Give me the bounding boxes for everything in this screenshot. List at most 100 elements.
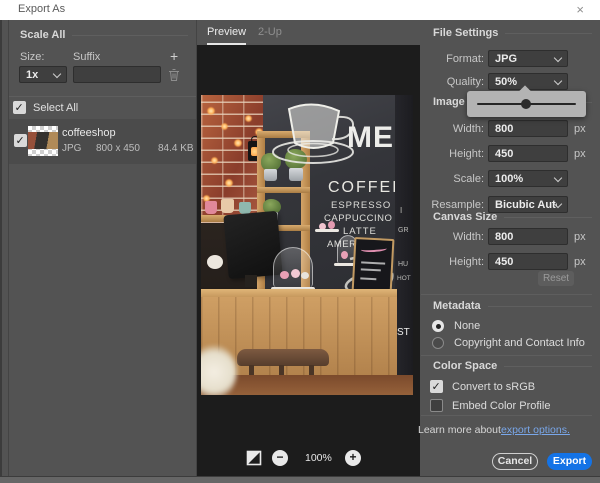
export-options-link[interactable]: export options. <box>501 424 570 436</box>
metadata-none-radio[interactable] <box>432 320 444 332</box>
scale-value: 100% <box>495 173 523 185</box>
canvas-width-input[interactable]: 800 <box>488 228 568 245</box>
image-width-unit: px <box>574 123 586 135</box>
tab-preview[interactable]: Preview <box>207 26 246 45</box>
embed-profile-checkbox[interactable] <box>430 399 443 412</box>
svg-text:I: I <box>400 206 402 215</box>
file-thumbnail <box>28 126 58 156</box>
side-menu-letters: I GR HU HOT ST <box>395 95 413 377</box>
canvas-height-value: 450 <box>495 256 513 268</box>
metadata-header: Metadata <box>433 300 481 312</box>
svg-text:HU: HU <box>398 261 408 268</box>
chevron-down-icon <box>554 54 562 62</box>
canvas-height-unit: px <box>574 256 586 268</box>
zoom-in-button[interactable]: + <box>345 450 361 466</box>
suffix-input[interactable] <box>73 66 161 83</box>
mini-chalkboard-sign <box>352 237 395 295</box>
quality-value: 50% <box>495 76 517 88</box>
right-separator <box>421 355 592 356</box>
format-label: Format: <box>421 53 484 65</box>
chevron-down-icon <box>554 77 562 85</box>
image-height-unit: px <box>574 148 586 160</box>
dialog-left-edge <box>0 20 2 483</box>
file-settings-section-header: File Settings <box>433 27 592 39</box>
suffix-label: Suffix <box>73 51 100 63</box>
cupcake <box>341 251 348 259</box>
preview-image: ME COFFEE ESPRESSO CAPPUCCINO LATTE AMER… <box>201 95 413 395</box>
canvas-width-unit: px <box>574 231 586 243</box>
image-width-input[interactable]: 800 <box>488 120 568 137</box>
zoom-out-button[interactable]: − <box>272 450 288 466</box>
canvas-size-header: Canvas Size <box>433 211 497 223</box>
macaron <box>280 271 289 279</box>
color-space-section-header: Color Space <box>433 360 592 372</box>
convert-srgb-checkbox[interactable] <box>430 380 443 393</box>
left-panel-border <box>8 20 9 476</box>
trash-icon[interactable] <box>168 68 180 82</box>
size-select[interactable]: 1x <box>19 66 67 83</box>
image-height-input[interactable]: 450 <box>488 145 568 162</box>
chalk-item: ESPRESSO <box>331 200 391 211</box>
resample-label: Resample: <box>421 199 484 211</box>
reset-button[interactable]: Reset <box>538 271 574 286</box>
scale-label: Scale: <box>421 173 484 185</box>
scale-all-section-header: Scale All <box>20 29 188 41</box>
metadata-section-header: Metadata <box>433 300 592 312</box>
canvas-height-input[interactable]: 450 <box>488 253 568 270</box>
pos-stand <box>245 275 257 287</box>
svg-text:ST: ST <box>397 327 410 338</box>
svg-text:HOT: HOT <box>397 275 411 282</box>
quality-label: Quality: <box>421 76 484 88</box>
tab-2up[interactable]: 2-Up <box>258 26 282 43</box>
format-value: JPG <box>495 53 517 65</box>
close-icon[interactable]: × <box>576 2 584 17</box>
thumbnail-image <box>28 132 58 149</box>
file-checkbox[interactable] <box>14 134 27 147</box>
export-button[interactable]: Export <box>547 453 592 470</box>
canvas-height-label: Height: <box>421 256 484 268</box>
select-all-label: Select All <box>33 102 78 114</box>
dialog-bottom-edge <box>0 476 600 483</box>
fit-screen-icon[interactable] <box>246 450 262 466</box>
format-select[interactable]: JPG <box>488 50 568 67</box>
quality-slider-thumb[interactable] <box>521 99 531 109</box>
svg-text:GR: GR <box>398 227 409 234</box>
macaron <box>301 272 309 279</box>
size-value: 1x <box>26 69 38 81</box>
resample-value: Bicubic Auto... <box>495 199 557 211</box>
file-settings-header: File Settings <box>433 27 498 39</box>
cancel-button[interactable]: Cancel <box>492 453 538 470</box>
learn-more-text: Learn more about <box>418 424 501 436</box>
image-width-label: Width: <box>421 123 484 135</box>
file-format: JPG <box>62 143 81 154</box>
image-width-value: 800 <box>495 123 513 135</box>
metadata-copyright-radio[interactable] <box>432 337 444 349</box>
scale-all-header: Scale All <box>20 29 65 41</box>
file-name: coffeeshop <box>62 127 116 139</box>
dialog-title: Export As <box>18 3 65 15</box>
add-scale-icon[interactable]: + <box>170 48 178 64</box>
quality-slider-popup <box>467 91 586 117</box>
macaron <box>291 269 300 278</box>
chevron-down-icon <box>53 70 61 78</box>
cake-stand-base <box>315 229 339 232</box>
canvas-width-label: Width: <box>421 231 484 243</box>
scale-select[interactable]: 100% <box>488 170 568 187</box>
file-dimensions: 800 x 450 <box>96 143 140 154</box>
canvas-width-value: 800 <box>495 231 513 243</box>
metadata-none-label: None <box>454 320 480 332</box>
embed-profile-label: Embed Color Profile <box>452 400 550 412</box>
chalk-title: COFFEE <box>328 179 405 196</box>
image-height-value: 450 <box>495 148 513 160</box>
zoom-level: 100% <box>305 452 332 464</box>
chevron-down-icon <box>554 174 562 182</box>
metadata-copyright-label: Copyright and Contact Info <box>454 337 585 349</box>
color-space-header: Color Space <box>433 360 497 372</box>
right-separator <box>421 415 592 416</box>
glass-dome <box>273 247 313 287</box>
file-size: 84.4 KB <box>158 143 194 154</box>
select-all-checkbox[interactable] <box>13 101 26 114</box>
titlebar: Export As × <box>0 0 600 20</box>
convert-srgb-label: Convert to sRGB <box>452 381 535 393</box>
bench <box>237 349 329 366</box>
